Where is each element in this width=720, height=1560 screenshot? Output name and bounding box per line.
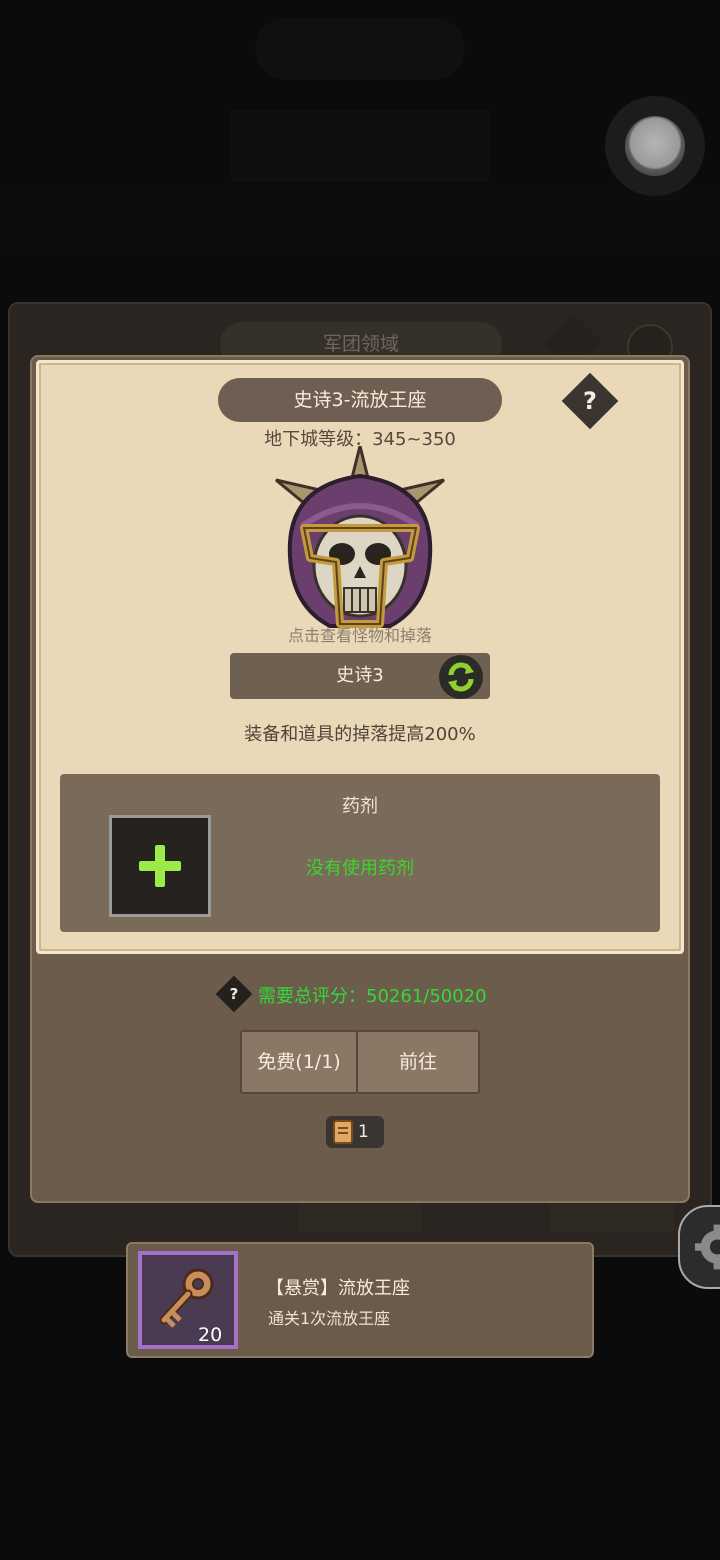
dungeon-title: 史诗3-流放王座 [218,378,502,422]
assistive-touch-button[interactable] [605,96,705,196]
potion-status: 没有使用药剂 [306,858,414,879]
settings-gear-icon[interactable] [678,1205,720,1289]
boss-skull-helmet-icon[interactable] [270,446,450,636]
drop-bonus-text: 装备和道具的掉落提高200% [244,724,476,745]
background-block [230,110,490,182]
top-notch-bar [255,18,465,80]
score-help-question-mark[interactable]: ? [221,981,247,1007]
required-score-text: 需要总评分：50261/50020 [258,986,487,1007]
help-question-mark[interactable]: ? [570,381,610,421]
bounty-description: 通关1次流放王座 [268,1309,391,1328]
bounty-title: 【悬赏】流放王座 [266,1278,410,1299]
ticket-count: 1 [358,1122,369,1142]
scroll-ticket-icon [333,1120,353,1144]
reward-count: 20 [198,1324,223,1346]
go-button[interactable]: 前往 [356,1030,480,1094]
free-entry-button[interactable]: 免费(1/1) [240,1030,358,1094]
plus-icon-bar [139,861,181,871]
refresh-icon[interactable] [439,655,483,699]
key-icon [159,1268,214,1328]
boss-hint-text: 点击查看怪物和掉落 [287,626,432,645]
background-strip [0,190,720,250]
